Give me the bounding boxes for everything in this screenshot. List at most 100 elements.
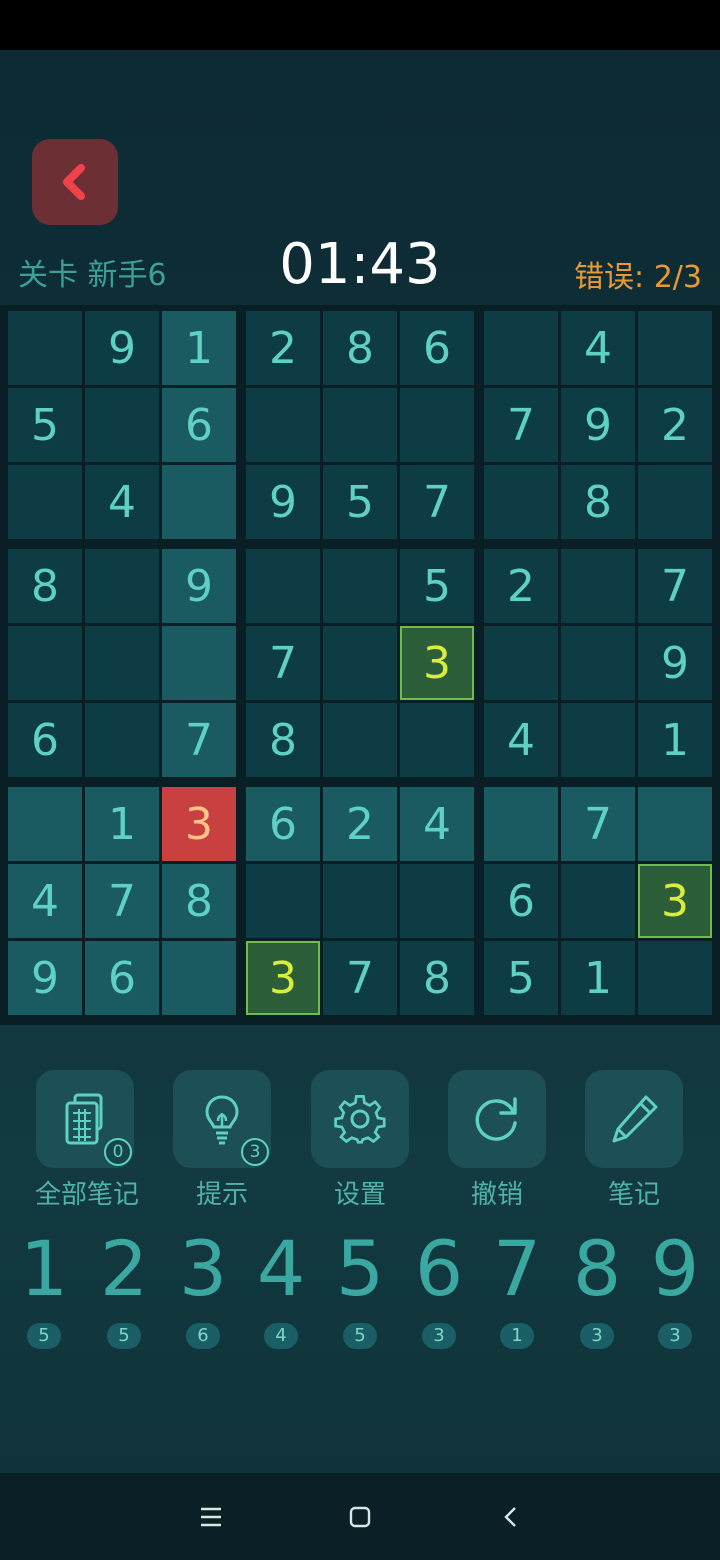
cell-r8c4[interactable] <box>246 864 320 938</box>
cell-r6c2[interactable] <box>85 703 159 777</box>
cell-r8c8[interactable] <box>561 864 635 938</box>
number-key-4[interactable]: 44 <box>242 1225 320 1349</box>
cell-r8c6[interactable] <box>400 864 474 938</box>
number-key-8[interactable]: 83 <box>558 1225 636 1349</box>
cell-r5c3[interactable] <box>162 626 236 700</box>
cell-r8c1[interactable]: 4 <box>8 864 82 938</box>
cell-r9c8[interactable]: 1 <box>561 941 635 1015</box>
cell-r4c6[interactable]: 5 <box>400 549 474 623</box>
cell-r1c9[interactable] <box>638 311 712 385</box>
cell-r1c1[interactable] <box>8 311 82 385</box>
cell-r7c8[interactable]: 7 <box>561 787 635 861</box>
cell-r3c1[interactable] <box>8 465 82 539</box>
number-key-6[interactable]: 63 <box>400 1225 478 1349</box>
cell-r4c1[interactable]: 8 <box>8 549 82 623</box>
cell-r2c4[interactable] <box>246 388 320 462</box>
cell-r4c7[interactable]: 2 <box>484 549 558 623</box>
nav-back-icon[interactable] <box>491 1501 531 1533</box>
number-key-5[interactable]: 55 <box>321 1225 399 1349</box>
number-key-digit: 9 <box>650 1224 700 1313</box>
tool-lightbulb-button[interactable]: 3 提示 <box>172 1070 272 1211</box>
cell-r7c1[interactable] <box>8 787 82 861</box>
tool-gear-button[interactable]: 设置 <box>310 1070 410 1211</box>
cell-r9c2[interactable]: 6 <box>85 941 159 1015</box>
cell-r6c4[interactable]: 8 <box>246 703 320 777</box>
cell-r3c7[interactable] <box>484 465 558 539</box>
cell-r9c5[interactable]: 7 <box>323 941 397 1015</box>
cell-r6c5[interactable] <box>323 703 397 777</box>
cell-r5c5[interactable] <box>323 626 397 700</box>
tool-undo-button[interactable]: 撤销 <box>447 1070 547 1211</box>
cell-r2c2[interactable] <box>85 388 159 462</box>
cell-r3c2[interactable]: 4 <box>85 465 159 539</box>
number-key-7[interactable]: 71 <box>478 1225 556 1349</box>
cell-r2c1[interactable]: 5 <box>8 388 82 462</box>
cell-r3c6[interactable]: 7 <box>400 465 474 539</box>
cell-r8c3[interactable]: 8 <box>162 864 236 938</box>
cell-r5c2[interactable] <box>85 626 159 700</box>
cell-r9c9[interactable] <box>638 941 712 1015</box>
cell-r9c1[interactable]: 9 <box>8 941 82 1015</box>
cell-r1c6[interactable]: 6 <box>400 311 474 385</box>
cell-r9c6[interactable]: 8 <box>400 941 474 1015</box>
cell-r3c4[interactable]: 9 <box>246 465 320 539</box>
back-button[interactable] <box>32 139 118 225</box>
cell-r7c4[interactable]: 6 <box>246 787 320 861</box>
cell-r3c5[interactable]: 5 <box>323 465 397 539</box>
cell-r7c9[interactable] <box>638 787 712 861</box>
cell-r1c7[interactable] <box>484 311 558 385</box>
cell-r7c5[interactable]: 2 <box>323 787 397 861</box>
number-key-2[interactable]: 25 <box>85 1225 163 1349</box>
cell-r7c3[interactable]: 3 <box>162 787 236 861</box>
menu-icon[interactable] <box>191 1501 231 1533</box>
cell-r6c1[interactable]: 6 <box>8 703 82 777</box>
number-key-3[interactable]: 36 <box>164 1225 242 1349</box>
tool-notes-all-button[interactable]: 0 全部笔记 <box>35 1070 139 1211</box>
cell-r5c6[interactable]: 3 <box>400 626 474 700</box>
home-icon[interactable] <box>340 1501 380 1533</box>
cell-r4c4[interactable] <box>246 549 320 623</box>
cell-r2c5[interactable] <box>323 388 397 462</box>
cell-r8c5[interactable] <box>323 864 397 938</box>
cell-r2c7[interactable]: 7 <box>484 388 558 462</box>
tool-pencil-button[interactable]: 笔记 <box>584 1070 684 1211</box>
cell-r8c7[interactable]: 6 <box>484 864 558 938</box>
cell-r4c3[interactable]: 9 <box>162 549 236 623</box>
cell-r9c7[interactable]: 5 <box>484 941 558 1015</box>
cell-r7c2[interactable]: 1 <box>85 787 159 861</box>
cell-r4c8[interactable] <box>561 549 635 623</box>
cell-r4c9[interactable]: 7 <box>638 549 712 623</box>
cell-r1c5[interactable]: 8 <box>323 311 397 385</box>
cell-r2c8[interactable]: 9 <box>561 388 635 462</box>
cell-r8c9[interactable]: 3 <box>638 864 712 938</box>
cell-r4c2[interactable] <box>85 549 159 623</box>
cell-r3c9[interactable] <box>638 465 712 539</box>
cell-r7c6[interactable]: 4 <box>400 787 474 861</box>
cell-r6c9[interactable]: 1 <box>638 703 712 777</box>
number-key-9[interactable]: 93 <box>636 1225 714 1349</box>
cell-r3c8[interactable]: 8 <box>561 465 635 539</box>
cell-r5c4[interactable]: 7 <box>246 626 320 700</box>
cell-r1c8[interactable]: 4 <box>561 311 635 385</box>
cell-r4c5[interactable] <box>323 549 397 623</box>
cell-r9c3[interactable] <box>162 941 236 1015</box>
cell-r5c9[interactable]: 9 <box>638 626 712 700</box>
cell-r9c4[interactable]: 3 <box>246 941 320 1015</box>
cell-r1c4[interactable]: 2 <box>246 311 320 385</box>
cell-r8c2[interactable]: 7 <box>85 864 159 938</box>
number-key-1[interactable]: 15 <box>5 1225 83 1349</box>
cell-r6c3[interactable]: 7 <box>162 703 236 777</box>
cell-r5c1[interactable] <box>8 626 82 700</box>
cell-r5c7[interactable] <box>484 626 558 700</box>
cell-r2c6[interactable] <box>400 388 474 462</box>
cell-r2c3[interactable]: 6 <box>162 388 236 462</box>
cell-r3c3[interactable] <box>162 465 236 539</box>
cell-r6c8[interactable] <box>561 703 635 777</box>
cell-r2c9[interactable]: 2 <box>638 388 712 462</box>
cell-r6c6[interactable] <box>400 703 474 777</box>
cell-r6c7[interactable]: 4 <box>484 703 558 777</box>
cell-r1c2[interactable]: 9 <box>85 311 159 385</box>
cell-r1c3[interactable]: 1 <box>162 311 236 385</box>
cell-r7c7[interactable] <box>484 787 558 861</box>
cell-r5c8[interactable] <box>561 626 635 700</box>
